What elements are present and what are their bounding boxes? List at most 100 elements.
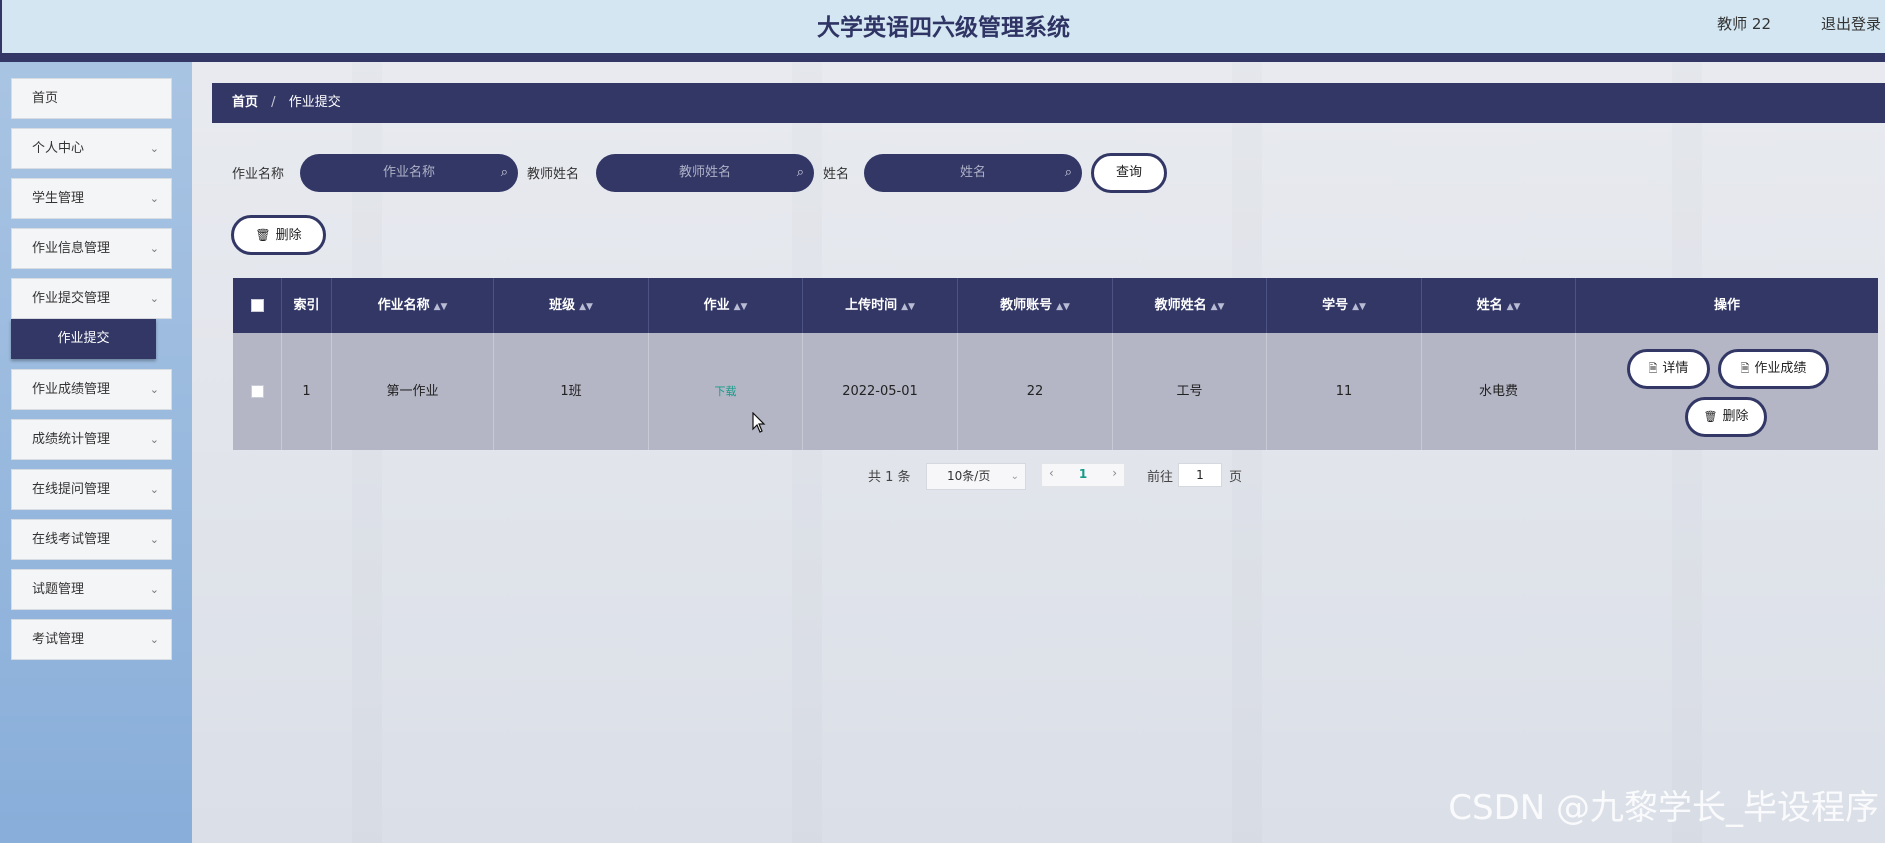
sidebar-item-question-bank[interactable]: 试题管理 ⌄ — [11, 569, 172, 610]
chevron-down-icon: ⌄ — [149, 533, 159, 546]
sidebar-item-homework-grades[interactable]: 作业成绩管理 ⌄ — [11, 369, 172, 410]
goto-unit: 页 — [1229, 470, 1243, 485]
chevron-down-icon: ⌄ — [149, 192, 159, 205]
row-delete-button[interactable]: 🗑 删除 — [1685, 397, 1767, 437]
cell-index: 1 — [282, 333, 332, 450]
sidebar-item-label: 成绩统计管理 — [32, 432, 111, 447]
column-header-teacher-account[interactable]: 教师账号 ▲▼ — [958, 278, 1113, 333]
sidebar-item-label: 在线提问管理 — [32, 482, 111, 497]
mouse-cursor-icon — [752, 412, 766, 433]
select-all-checkbox[interactable] — [250, 299, 264, 312]
logout-link[interactable]: 退出登录 — [1821, 13, 1881, 34]
chevron-down-icon: ⌄ — [149, 483, 159, 496]
breadcrumb-current: 作业提交 — [288, 95, 341, 110]
trash-icon: 🗑 — [1703, 410, 1718, 423]
cell-class: 1班 — [494, 333, 649, 450]
sidebar-item-label: 作业成绩管理 — [32, 382, 111, 397]
column-header-upload-time[interactable]: 上传时间 ▲▼ — [803, 278, 958, 333]
breadcrumb-separator: / — [271, 95, 276, 110]
query-button[interactable]: 查询 — [1091, 153, 1167, 193]
chevron-down-icon: ⌄ — [149, 242, 159, 255]
sidebar-item-online-exams[interactable]: 在线考试管理 ⌄ — [11, 519, 172, 560]
document-icon: 🗎 — [1740, 362, 1750, 375]
chevron-down-icon: ⌄ — [149, 292, 159, 305]
breadcrumb: 首页 / 作业提交 — [212, 83, 1885, 123]
app-title: 大学英语四六级管理系统 — [817, 15, 1070, 41]
cell-teacher-account: 22 — [958, 333, 1113, 450]
goto-page-input[interactable]: 1 — [1178, 463, 1222, 487]
watermark: CSDN @九黎学长_毕设程序 — [1448, 788, 1879, 828]
sidebar-item-homework-submission[interactable]: 作业提交管理 ⌄ — [11, 278, 172, 319]
sidebar-item-label: 作业提交管理 — [32, 291, 111, 306]
goto-label: 前往 — [1147, 470, 1174, 485]
cell-student-id: 11 — [1267, 333, 1422, 450]
column-header-index: 索引 — [282, 278, 332, 333]
chevron-down-icon: ⌄ — [149, 633, 159, 646]
sidebar-item-exam-management[interactable]: 考试管理 ⌄ — [11, 619, 172, 660]
sidebar-item-personal-center[interactable]: 个人中心 ⌄ — [11, 128, 172, 169]
name-placeholder: 姓名 — [959, 165, 986, 180]
sort-icon[interactable]: ▲▼ — [434, 302, 448, 312]
teacher-name-placeholder: 教师姓名 — [678, 165, 731, 180]
row-checkbox[interactable] — [250, 385, 264, 398]
sidebar-item-label: 作业信息管理 — [32, 241, 111, 256]
page-size-select[interactable]: 10条/页 ⌄ — [926, 463, 1026, 490]
search-icon: ⌕ — [500, 165, 508, 180]
column-header-class[interactable]: 班级 ▲▼ — [494, 278, 649, 333]
sort-icon[interactable]: ▲▼ — [901, 302, 915, 312]
sort-icon[interactable]: ▲▼ — [734, 302, 748, 312]
cell-actions: 🗎 详情 🗎 作业成绩 🗑 删除 — [1576, 333, 1878, 450]
chevron-down-icon: ⌄ — [149, 142, 159, 155]
cell-teacher-name: 工号 — [1113, 333, 1267, 450]
document-icon: 🗎 — [1648, 362, 1658, 375]
breadcrumb-home[interactable]: 首页 — [232, 95, 258, 110]
sort-icon[interactable]: ▲▼ — [1056, 302, 1070, 312]
column-header-homework[interactable]: 作业 ▲▼ — [649, 278, 803, 333]
trash-icon: 🗑 — [255, 228, 271, 242]
column-header-homework-name[interactable]: 作业名称 ▲▼ — [332, 278, 494, 333]
sort-icon[interactable]: ▲▼ — [1352, 302, 1366, 312]
sidebar-item-online-questions[interactable]: 在线提问管理 ⌄ — [11, 469, 172, 510]
top-header: 大学英语四六级管理系统 教师 22 退出登录 — [0, 0, 1885, 62]
cell-upload-time: 2022-05-01 — [803, 333, 958, 450]
name-input[interactable]: 姓名 ⌕ — [864, 154, 1082, 192]
homework-name-input[interactable]: 作业名称 ⌕ — [300, 154, 518, 192]
teacher-name-label: 教师姓名 — [527, 167, 580, 182]
sort-icon[interactable]: ▲▼ — [1211, 302, 1225, 312]
teacher-name-input[interactable]: 教师姓名 ⌕ — [596, 154, 814, 192]
column-header-actions: 操作 — [1713, 298, 1740, 313]
sort-icon[interactable]: ▲▼ — [1507, 302, 1521, 312]
pagination-total: 共 1 条 — [868, 470, 911, 485]
table-header: 索引 作业名称 ▲▼ 班级 ▲▼ 作业 ▲▼ 上传时间 ▲▼ 教师账号 ▲▼ 教师姓名 ▲▼… — [233, 278, 1878, 333]
pager: ‹ 1 › — [1041, 463, 1125, 487]
column-header-student-id[interactable]: 学号 ▲▼ — [1267, 278, 1422, 333]
batch-delete-label: 删除 — [275, 228, 302, 243]
select-all-cell — [233, 278, 282, 333]
sidebar-item-homework-info[interactable]: 作业信息管理 ⌄ — [11, 228, 172, 269]
homework-name-label: 作业名称 — [232, 167, 285, 182]
detail-button[interactable]: 🗎 详情 — [1627, 349, 1710, 389]
column-header-name[interactable]: 姓名 ▲▼ — [1422, 278, 1576, 333]
table-row: 1 第一作业 1班 下载 2022-05-01 22 工号 11 水电费 🗎 详情… — [233, 333, 1878, 450]
current-user: 教师 22 — [1717, 15, 1771, 33]
sidebar-item-label: 学生管理 — [32, 191, 85, 206]
chevron-down-icon: ⌄ — [149, 583, 159, 596]
next-page-button[interactable]: › — [1112, 466, 1117, 480]
sidebar-item-label: 在线考试管理 — [32, 532, 111, 547]
chevron-down-icon: ⌄ — [149, 383, 159, 396]
sidebar-subitem-homework-submit[interactable]: 作业提交 — [11, 319, 156, 359]
column-header-teacher-name[interactable]: 教师姓名 ▲▼ — [1113, 278, 1267, 333]
sidebar-item-label: 考试管理 — [32, 632, 85, 647]
chevron-down-icon: ⌄ — [1010, 471, 1019, 482]
batch-delete-button[interactable]: 🗑 删除 — [231, 215, 326, 255]
row-select-cell — [233, 333, 282, 450]
sort-icon[interactable]: ▲▼ — [579, 302, 593, 312]
homework-grade-button[interactable]: 🗎 作业成绩 — [1718, 349, 1829, 389]
download-link[interactable]: 下载 — [649, 333, 803, 450]
name-label: 姓名 — [823, 167, 850, 182]
sidebar-item-home[interactable]: 首页 — [11, 78, 172, 119]
sidebar-item-grade-statistics[interactable]: 成绩统计管理 ⌄ — [11, 419, 172, 460]
sidebar-item-student-management[interactable]: 学生管理 ⌄ — [11, 178, 172, 219]
cell-name: 水电费 — [1422, 333, 1576, 450]
sidebar-item-label: 个人中心 — [32, 141, 85, 156]
